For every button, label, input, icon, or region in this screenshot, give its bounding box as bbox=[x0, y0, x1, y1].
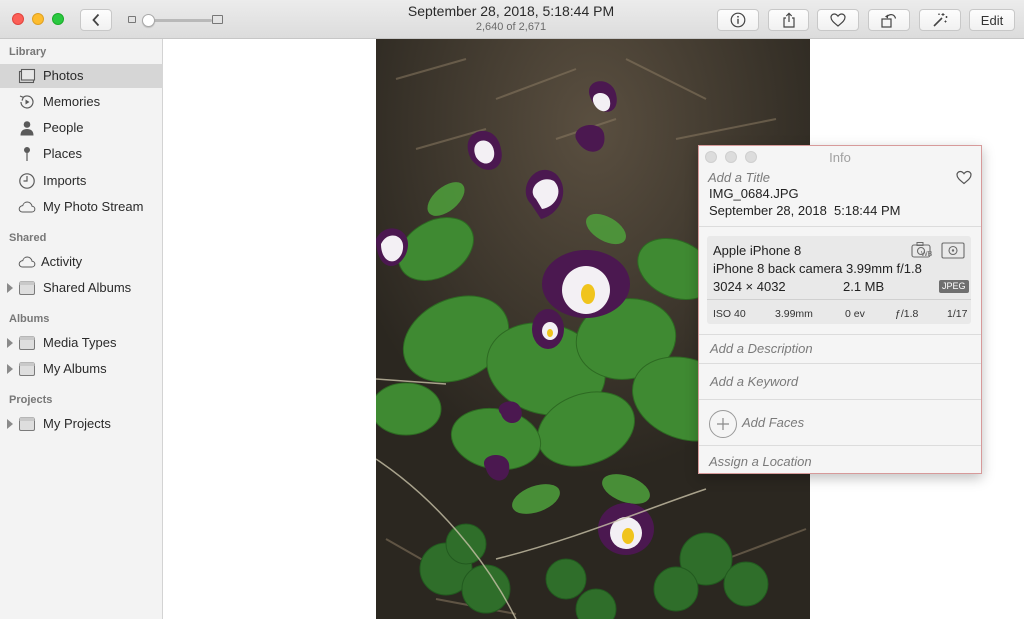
rotate-icon bbox=[881, 14, 897, 28]
sidebar-item-label: Photos bbox=[43, 68, 84, 83]
sidebar-item-label: Shared Albums bbox=[43, 280, 132, 295]
keyword-field[interactable]: Add a Keyword bbox=[710, 374, 798, 389]
chevron-left-icon bbox=[92, 13, 100, 27]
pin-icon bbox=[18, 145, 36, 163]
capture-time: 5:18:44 PM bbox=[834, 203, 901, 218]
sidebar-item-photos[interactable]: Photos bbox=[0, 64, 163, 88]
rotate-button[interactable] bbox=[868, 9, 910, 31]
sidebar-item-label: Activity bbox=[41, 254, 83, 269]
window-title: September 28, 2018, 5:18:44 PM bbox=[407, 3, 615, 19]
title-bar: September 28, 2018, 5:18:44 PM 2,640 of … bbox=[0, 0, 1024, 39]
photos-icon bbox=[18, 67, 36, 85]
file-size: 2.1 MB bbox=[843, 279, 885, 294]
sidebar-item-label: My Photo Stream bbox=[43, 199, 144, 214]
focal-length-value: 3.99mm bbox=[775, 308, 813, 320]
memories-icon bbox=[18, 93, 36, 111]
sidebar-item-label: My Projects bbox=[43, 416, 111, 431]
info-panel: Info Add a Title IMG_0684.JPG September … bbox=[698, 145, 982, 474]
folder-icon bbox=[18, 334, 36, 352]
disclosure-triangle-icon[interactable] bbox=[7, 338, 13, 348]
folder-icon bbox=[18, 360, 36, 378]
person-icon bbox=[18, 119, 36, 137]
sidebar-item-label: Places bbox=[43, 146, 83, 161]
disclosure-triangle-icon[interactable] bbox=[7, 419, 13, 429]
sidebar-item-label: People bbox=[43, 120, 84, 135]
zoom-slider[interactable] bbox=[126, 13, 226, 27]
sidebar-item-activity[interactable]: Activity bbox=[0, 250, 163, 274]
share-icon bbox=[782, 12, 795, 28]
sidebar-item-my-photo-stream[interactable]: My Photo Stream bbox=[0, 195, 163, 219]
clock-icon bbox=[18, 172, 36, 190]
sidebar-item-label: My Albums bbox=[43, 361, 107, 376]
divider bbox=[699, 445, 981, 446]
divider bbox=[699, 226, 981, 227]
wb-label: WB bbox=[921, 251, 933, 258]
divider bbox=[699, 399, 981, 400]
exif-divider bbox=[707, 299, 971, 300]
plus-icon bbox=[717, 418, 729, 430]
aperture-value: ƒ/1.8 bbox=[895, 308, 919, 320]
sidebar-item-label: Media Types bbox=[43, 335, 117, 350]
sidebar-item-people[interactable]: People bbox=[0, 116, 163, 140]
small-thumbnail-icon bbox=[128, 16, 136, 23]
add-faces-label[interactable]: Add Faces bbox=[742, 415, 804, 430]
back-button[interactable] bbox=[80, 9, 112, 31]
share-button[interactable] bbox=[768, 9, 809, 31]
divider bbox=[699, 363, 981, 364]
iso-value: ISO 40 bbox=[713, 308, 746, 320]
sidebar-item-my-albums[interactable]: My Albums bbox=[0, 357, 163, 381]
section-header-projects: Projects bbox=[9, 394, 53, 406]
sidebar-item-media-types[interactable]: Media Types bbox=[0, 331, 163, 355]
sidebar-item-shared-albums[interactable]: Shared Albums bbox=[0, 276, 163, 300]
info-icon bbox=[730, 12, 746, 28]
sidebar-item-imports[interactable]: Imports bbox=[0, 169, 163, 193]
edit-button[interactable]: Edit bbox=[969, 9, 1015, 31]
magic-wand-icon bbox=[933, 13, 948, 27]
description-field[interactable]: Add a Description bbox=[710, 341, 813, 356]
shutter-value: 1/17 bbox=[947, 308, 968, 320]
enhance-button[interactable] bbox=[919, 9, 961, 31]
disclosure-triangle-icon[interactable] bbox=[7, 364, 13, 374]
filename: IMG_0684.JPG bbox=[709, 186, 799, 201]
sidebar: Library Photos Memories People Places Im… bbox=[0, 39, 163, 619]
section-header-shared: Shared bbox=[9, 232, 47, 244]
sidebar-item-memories[interactable]: Memories bbox=[0, 90, 163, 114]
divider bbox=[699, 334, 981, 335]
image-dimensions: 3024 × 4032 bbox=[713, 279, 786, 294]
add-faces-button[interactable] bbox=[709, 410, 737, 438]
metering-icon bbox=[941, 242, 965, 259]
folder-icon bbox=[18, 279, 36, 297]
info-button[interactable] bbox=[717, 9, 759, 31]
window-title-block: September 28, 2018, 5:18:44 PM 2,640 of … bbox=[380, 3, 642, 34]
capture-date: September 28, 2018 bbox=[709, 203, 827, 218]
section-header-albums: Albums bbox=[9, 313, 50, 325]
favorite-button[interactable] bbox=[817, 9, 859, 31]
zoom-slider-knob[interactable] bbox=[142, 14, 155, 27]
sidebar-item-label: Memories bbox=[43, 94, 101, 109]
camera-model: Apple iPhone 8 bbox=[713, 243, 802, 258]
exposure-value: 0 ev bbox=[845, 308, 865, 320]
sidebar-item-label: Imports bbox=[43, 173, 87, 188]
cloud-icon bbox=[18, 198, 36, 216]
section-header-library: Library bbox=[9, 46, 47, 58]
format-badge: JPEG bbox=[939, 280, 969, 293]
heart-icon[interactable] bbox=[956, 170, 972, 185]
info-panel-title: Info bbox=[829, 150, 851, 165]
cloud-icon bbox=[18, 253, 36, 271]
minimize-window-button[interactable] bbox=[32, 13, 44, 25]
zoom-window-button[interactable] bbox=[52, 13, 64, 25]
disclosure-triangle-icon[interactable] bbox=[7, 283, 13, 293]
photo-position: 2,640 of 2,671 bbox=[475, 21, 547, 33]
large-thumbnail-icon bbox=[212, 15, 223, 24]
lens-info: iPhone 8 back camera 3.99mm f/1.8 bbox=[713, 261, 922, 276]
close-window-button[interactable] bbox=[12, 13, 24, 25]
location-field[interactable]: Assign a Location bbox=[709, 454, 812, 469]
sidebar-item-my-projects[interactable]: My Projects bbox=[0, 412, 163, 436]
folder-icon bbox=[18, 415, 36, 433]
heart-icon bbox=[830, 13, 846, 27]
info-panel-titlebar[interactable]: Info bbox=[699, 146, 981, 168]
add-title-field[interactable]: Add a Title bbox=[708, 170, 770, 185]
sidebar-item-places[interactable]: Places bbox=[0, 142, 163, 166]
